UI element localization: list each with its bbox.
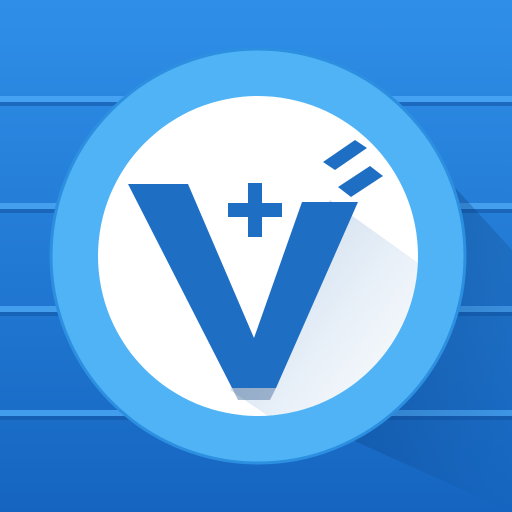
app-icon-graphic — [0, 0, 512, 512]
app-icon[interactable] — [0, 0, 512, 512]
